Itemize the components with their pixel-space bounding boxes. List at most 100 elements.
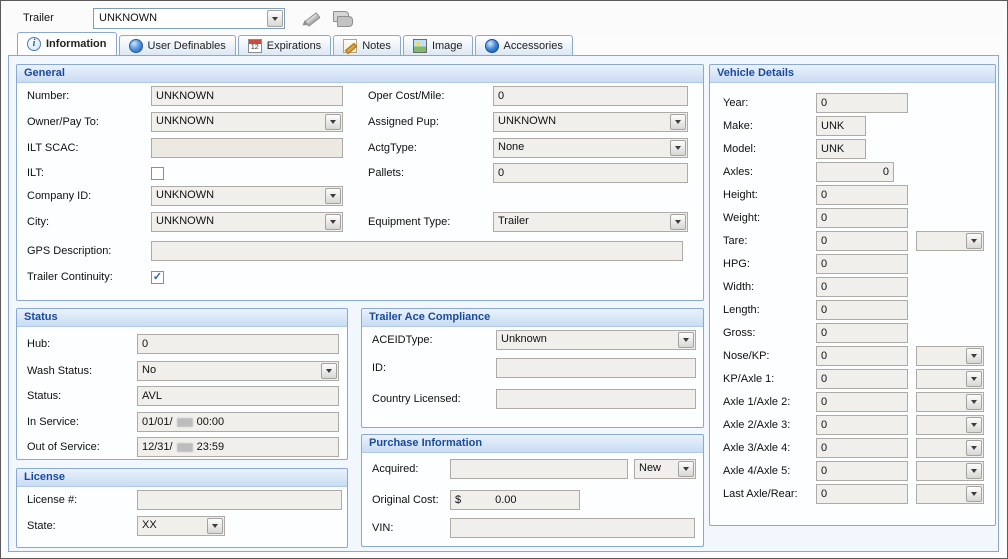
tab-expirations[interactable]: Expirations <box>238 35 331 55</box>
hpg-field[interactable]: 0 <box>816 254 908 274</box>
dropdown-button[interactable] <box>325 214 341 230</box>
last-axle-rear-field[interactable]: 0 <box>816 484 908 504</box>
chevron-down-icon <box>971 239 977 243</box>
dropdown-button[interactable] <box>325 114 341 130</box>
calendar-icon <box>248 39 262 53</box>
axle-2-axle-3-field[interactable]: 0 <box>816 415 908 435</box>
tare-unit-combo[interactable] <box>916 231 984 251</box>
axle-2-axle-3-unit-combo[interactable] <box>916 415 984 435</box>
actg-type-combo[interactable]: None <box>493 138 688 158</box>
axle-1-axle-2-unit-combo[interactable] <box>916 392 984 412</box>
axle-1-axle-2-field[interactable]: 0 <box>816 392 908 412</box>
dropdown-button[interactable] <box>678 461 694 477</box>
acquired-mode-combo[interactable]: New <box>634 459 696 479</box>
trailer-combo-dropdown-button[interactable] <box>267 10 283 27</box>
in-service-field[interactable]: 01/01/ 00:00 <box>137 412 339 432</box>
dropdown-button[interactable] <box>670 140 686 156</box>
equipment-type-combo-value: Trailer <box>498 215 668 227</box>
vin-field[interactable] <box>450 518 695 538</box>
original-cost-field[interactable]: $ 0.00 <box>450 490 580 510</box>
aceid-type-combo[interactable]: Unknown <box>496 330 696 350</box>
owner-combo[interactable]: UNKNOWN <box>151 112 343 132</box>
dropdown-button[interactable] <box>321 363 337 379</box>
acquired-field[interactable] <box>450 459 628 479</box>
wash-status-combo[interactable]: No <box>137 361 339 381</box>
width-field[interactable]: 0 <box>816 277 908 297</box>
height-field[interactable]: 0 <box>816 185 908 205</box>
dropdown-button[interactable] <box>207 518 223 534</box>
tab-accessories[interactable]: Accessories <box>475 35 573 55</box>
tab-label: Accessories <box>504 40 563 52</box>
nose-kp-unit-combo[interactable] <box>916 346 984 366</box>
number-field[interactable]: UNKNOWN <box>151 86 343 106</box>
tab-image[interactable]: Image <box>403 35 473 55</box>
tab-user-definables[interactable]: User Definables <box>119 35 236 55</box>
number-label: Number: <box>27 90 151 102</box>
ace-id-field[interactable] <box>496 358 696 378</box>
dropdown-button[interactable] <box>325 188 341 204</box>
kp-axle-1-unit-combo[interactable] <box>916 369 984 389</box>
axle-3-axle-4-field[interactable]: 0 <box>816 438 908 458</box>
oper-cost-field[interactable]: 0 <box>493 86 688 106</box>
status-field[interactable]: AVL <box>137 386 339 406</box>
year-field[interactable]: 0 <box>816 93 908 113</box>
tab-notes[interactable]: Notes <box>333 35 401 55</box>
vehicle-row-axle-3-axle-4: Axle 3/Axle 4:0 <box>723 438 989 458</box>
equipment-type-combo[interactable]: Trailer <box>493 212 688 232</box>
chevron-down-icon <box>330 194 336 198</box>
tab-information[interactable]: Information <box>17 32 117 55</box>
dropdown-button[interactable] <box>670 114 686 130</box>
assigned-pup-combo-value: UNKNOWN <box>498 115 668 127</box>
axle-4-axle-5-field[interactable]: 0 <box>816 461 908 481</box>
company-id-combo[interactable]: UNKNOWN <box>151 186 343 206</box>
weight-field[interactable]: 0 <box>816 208 908 228</box>
country-licensed-field[interactable] <box>496 389 696 409</box>
city-combo[interactable]: UNKNOWN <box>151 212 343 232</box>
tare-field[interactable]: 0 <box>816 231 908 251</box>
tags-icon[interactable] <box>332 9 354 28</box>
assigned-pup-combo[interactable]: UNKNOWN <box>493 112 688 132</box>
country-licensed-label: Country Licensed: <box>372 393 496 405</box>
dropdown-button[interactable] <box>670 214 686 230</box>
pallets-field[interactable]: 0 <box>493 163 688 183</box>
dropdown-button[interactable] <box>966 371 982 387</box>
group-general-body: Number: UNKNOWN Oper Cost/Mile: 0 Owner/… <box>17 83 703 300</box>
length-field[interactable]: 0 <box>816 300 908 320</box>
out-of-service-field[interactable]: 12/31/ 23:59 <box>137 437 339 457</box>
gps-description-field[interactable] <box>151 241 683 261</box>
dropdown-button[interactable] <box>678 332 694 348</box>
group-general: General Number: UNKNOWN Oper Cost/Mile: … <box>16 64 704 301</box>
trailer-combo[interactable]: UNKNOWN <box>93 8 285 29</box>
dropdown-button[interactable] <box>966 348 982 364</box>
acquired-label: Acquired: <box>372 463 450 475</box>
license-number-field[interactable] <box>137 490 342 510</box>
license-state-combo[interactable]: XX <box>137 516 225 536</box>
edit-pencil-icon[interactable] <box>302 9 324 28</box>
axles-field[interactable]: 0 <box>816 162 894 182</box>
original-cost-value: 0.00 <box>495 494 516 506</box>
chevron-down-icon <box>683 467 689 471</box>
dropdown-button[interactable] <box>966 233 982 249</box>
last-axle-rear-unit-combo[interactable] <box>916 484 984 504</box>
hub-field[interactable]: 0 <box>137 334 339 354</box>
dropdown-button[interactable] <box>966 463 982 479</box>
gross-field[interactable]: 0 <box>816 323 908 343</box>
dropdown-button[interactable] <box>966 486 982 502</box>
ilt-checkbox[interactable] <box>151 167 164 180</box>
trailer-continuity-checkbox[interactable]: ✓ <box>151 271 164 284</box>
axle-4-axle-5-unit-combo[interactable] <box>916 461 984 481</box>
vehicle-row-width: Width:0 <box>723 277 989 297</box>
axle-3-axle-4-unit-combo[interactable] <box>916 438 984 458</box>
dropdown-button[interactable] <box>966 440 982 456</box>
in-service-prefix: 01/01/ <box>142 416 173 428</box>
ilt-scac-field[interactable] <box>151 138 343 158</box>
notes-icon <box>343 39 357 53</box>
model-field[interactable]: UNK <box>816 139 866 159</box>
nose-kp-field[interactable]: 0 <box>816 346 908 366</box>
dropdown-button[interactable] <box>966 417 982 433</box>
chevron-down-icon <box>675 120 681 124</box>
make-field[interactable]: UNK <box>816 116 866 136</box>
dropdown-button[interactable] <box>966 394 982 410</box>
in-service-label: In Service: <box>27 416 137 428</box>
kp-axle-1-field[interactable]: 0 <box>816 369 908 389</box>
